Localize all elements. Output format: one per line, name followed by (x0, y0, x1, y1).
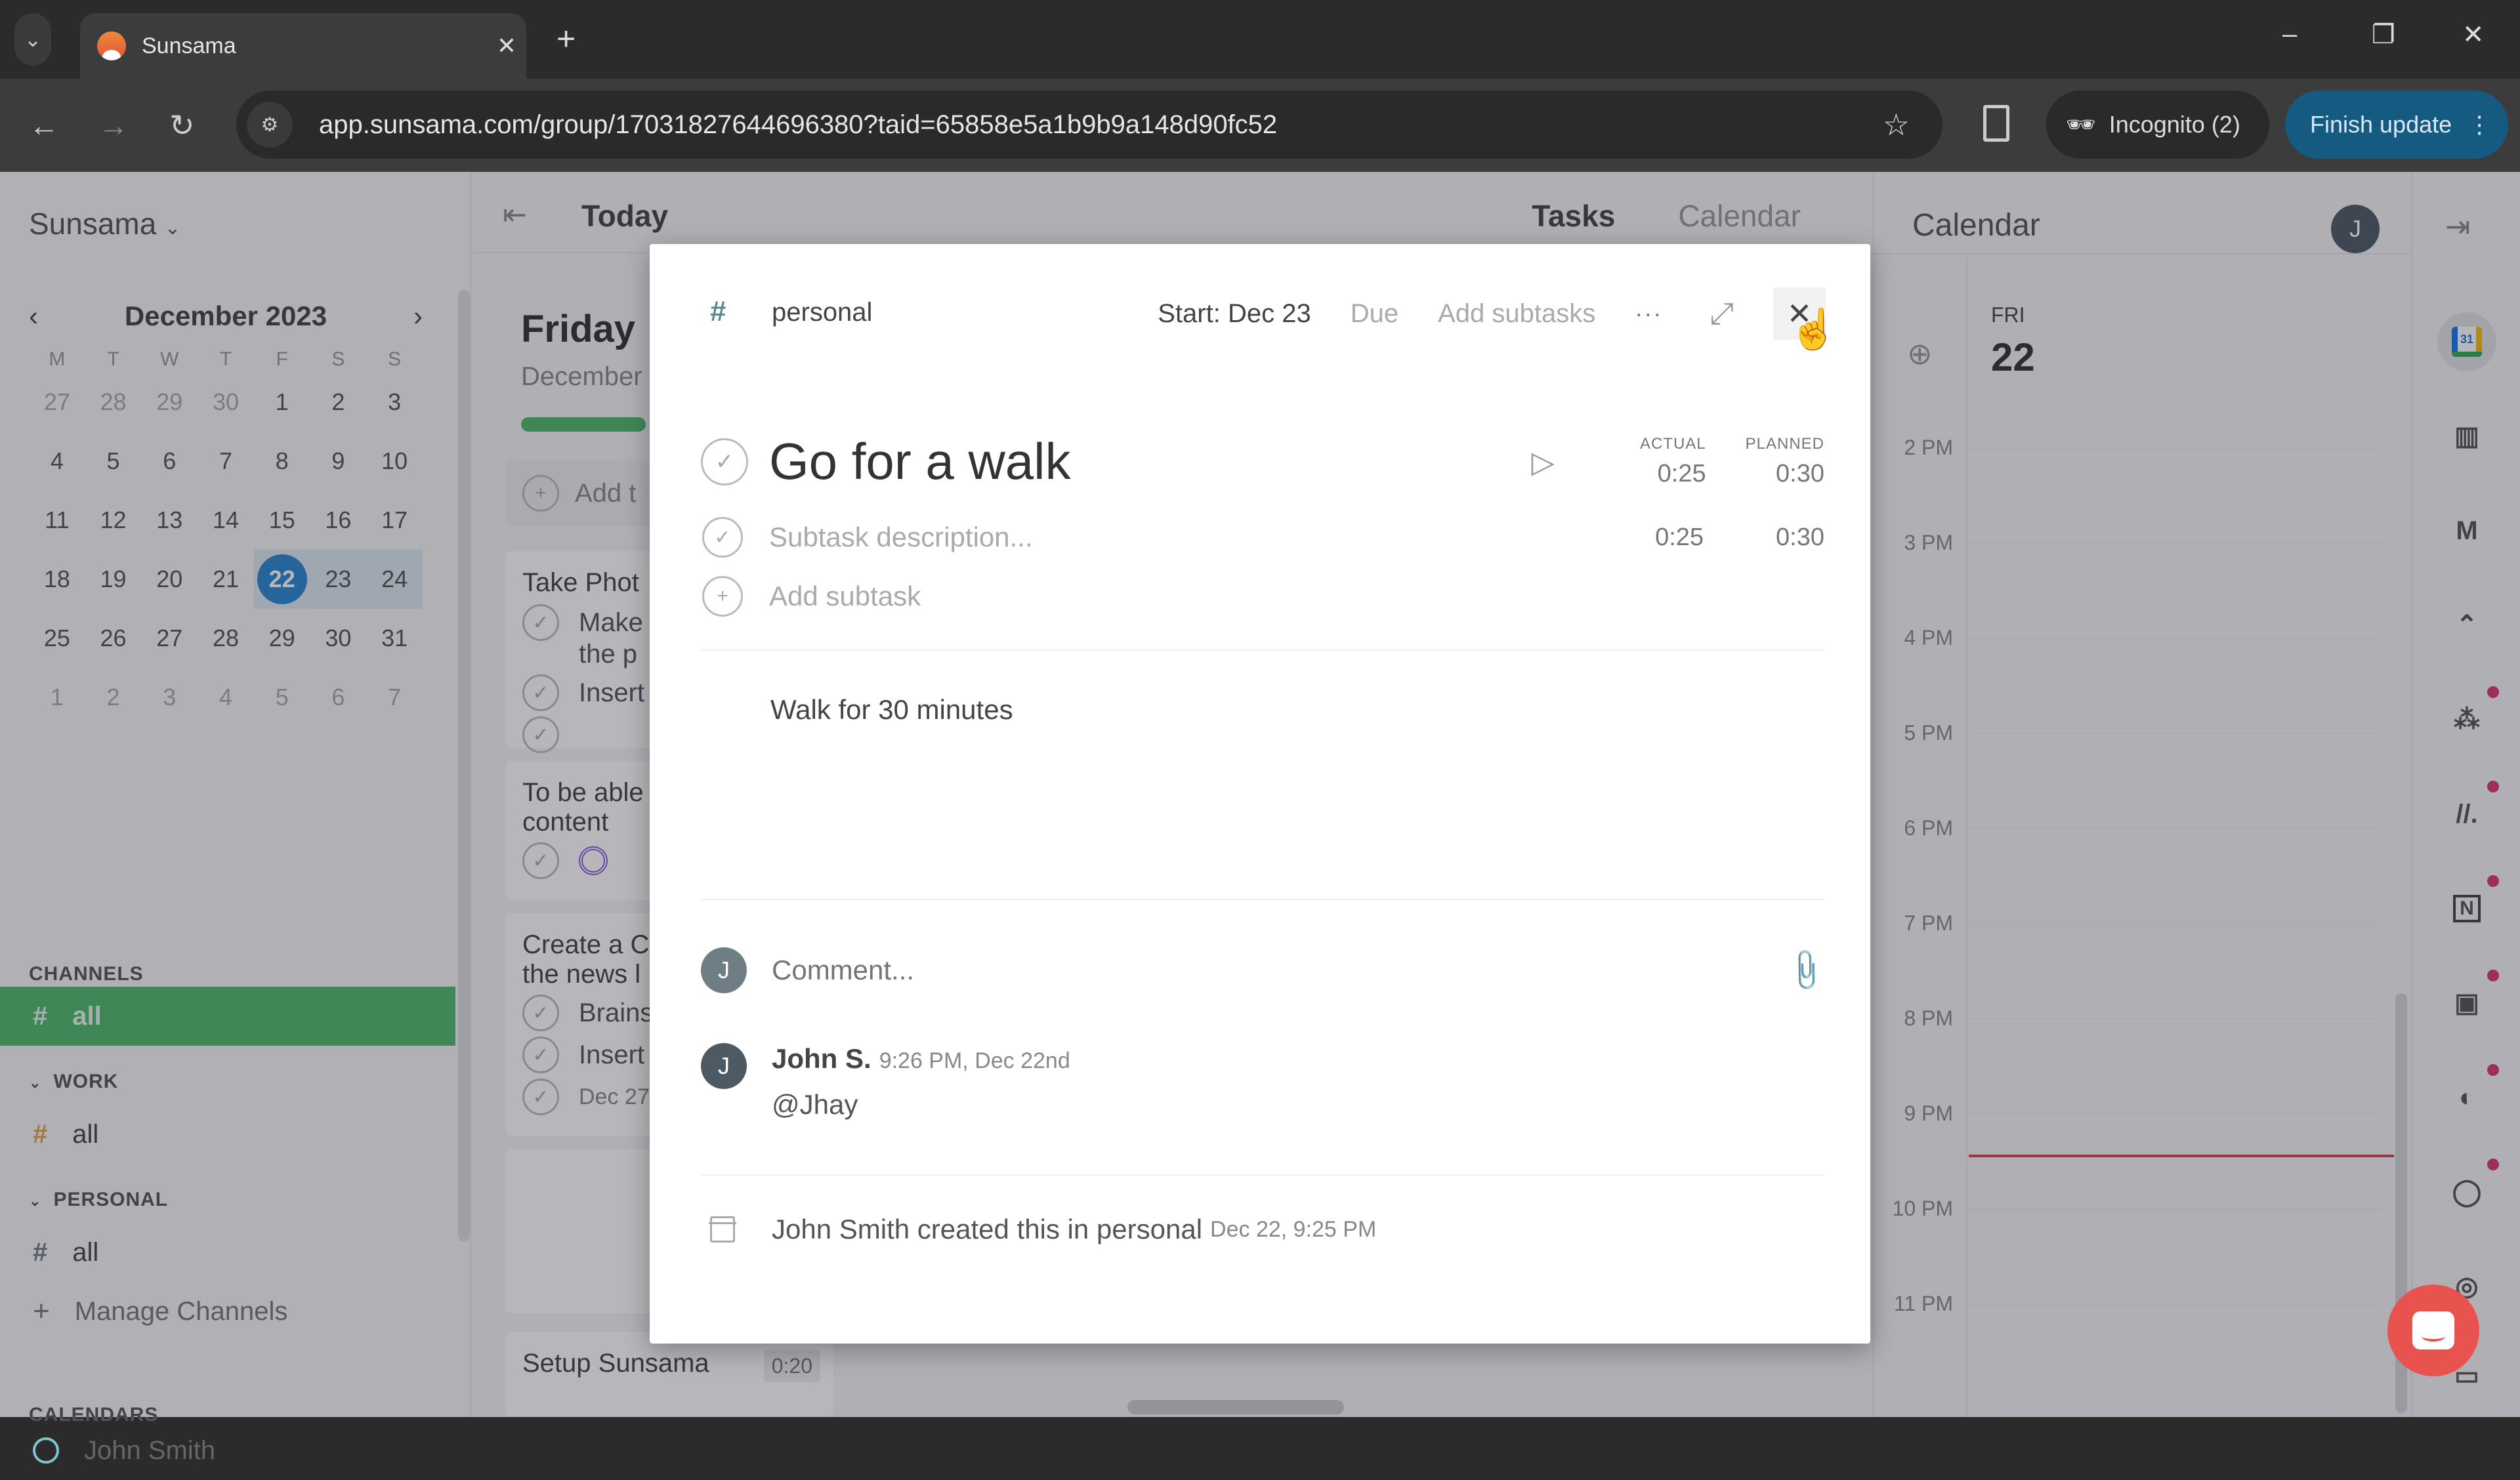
sunsama-favicon-icon (97, 31, 126, 60)
address-bar[interactable]: ⚙ app.sunsama.com/group/1703182764469638… (236, 91, 1942, 159)
support-chat-button[interactable] (2387, 1285, 2479, 1376)
subtask-input[interactable]: Subtask description... (769, 522, 1583, 553)
finish-update-button[interactable]: Finish update ⋮ (2285, 91, 2508, 159)
kebab-menu-icon: ⋮ (2468, 111, 2492, 138)
more-options-icon[interactable]: ··· (1635, 300, 1662, 327)
bookmark-star-icon[interactable]: ☆ (1883, 107, 1910, 142)
calendar-john-smith[interactable]: John Smith (0, 1421, 455, 1480)
comment-composer: J 📎 (701, 947, 1830, 995)
subtask-row: ✓ Subtask description... 0:25 0:30 (702, 517, 1824, 558)
minimize-icon[interactable]: – (2282, 20, 2297, 49)
tab-title: Sunsama (142, 33, 236, 58)
tab-search-button[interactable]: ⌄ (14, 13, 51, 66)
planned-value: 0:30 (1776, 460, 1824, 487)
back-icon[interactable]: ← (29, 108, 59, 143)
side-panel-icon[interactable] (1983, 105, 2009, 142)
actual-value: 0:25 (1657, 460, 1706, 487)
hash-icon: # (710, 295, 726, 327)
chevron-down-icon: ⌄ (24, 28, 42, 51)
incognito-label: Incognito (2) (2109, 111, 2240, 138)
chat-icon (2412, 1311, 2454, 1349)
browser-tab-bar: ⌄ Sunsama ✕ + – ❐ ✕ (0, 0, 2520, 79)
comment-body: @Jhay (772, 1089, 858, 1120)
divider (701, 899, 1824, 900)
incognito-button[interactable]: 🕶 Incognito (2) (2046, 91, 2269, 159)
expand-icon[interactable]: ⤢ (1710, 295, 1734, 332)
comment-author-avatar: J (701, 1043, 747, 1089)
due-date-button[interactable]: Due (1351, 299, 1398, 329)
pointer-cursor-icon: ☝ (1789, 307, 1838, 351)
divider (701, 649, 1824, 651)
archive-box-icon (709, 1216, 736, 1243)
add-subtask-label: Add subtask (769, 581, 921, 611)
url-text[interactable]: app.sunsama.com/group/17031827644696380?… (319, 110, 1883, 140)
incognito-icon: 🕶 (2066, 111, 2096, 138)
browser-toolbar: ← → ↻ ⚙ app.sunsama.com/group/1703182764… (0, 79, 2520, 172)
plus-icon: + (702, 576, 743, 617)
task-notes[interactable]: Walk for 30 minutes (770, 694, 1013, 726)
channel-selector[interactable]: personal (772, 298, 872, 327)
close-tab-icon[interactable]: ✕ (487, 32, 526, 60)
start-timer-icon[interactable]: ▷ (1532, 444, 1555, 480)
task-title[interactable]: Go for a walk (769, 432, 1532, 491)
add-subtask-button[interactable]: + Add subtask (702, 576, 921, 617)
comment-author: John S. (772, 1043, 872, 1074)
task-detail-modal: # personal Start: Dec 23 Due Add subtask… (650, 244, 1870, 1344)
planned-time[interactable]: PLANNED 0:30 (1746, 435, 1824, 488)
calendar-color-icon (33, 1437, 59, 1464)
planned-label: PLANNED (1745, 435, 1824, 453)
reload-icon[interactable]: ↻ (169, 108, 195, 143)
modal-actions: Start: Dec 23 Due Add subtasks ··· ⤢ ✕ (1158, 287, 1870, 340)
browser-tab[interactable]: Sunsama ✕ (80, 13, 526, 79)
actual-label: ACTUAL (1639, 435, 1706, 453)
subtask-planned-time[interactable]: 0:30 (1776, 524, 1824, 552)
calendar-user-label: John Smith (84, 1435, 216, 1465)
close-window-icon[interactable]: ✕ (2462, 20, 2485, 50)
subtask-checkbox[interactable]: ✓ (702, 517, 743, 558)
activity-timestamp: Dec 22, 9:25 PM (1210, 1216, 1377, 1242)
comment-timestamp: 9:26 PM, Dec 22nd (879, 1048, 1070, 1073)
finish-update-label: Finish update (2310, 111, 2452, 138)
paperclip-icon[interactable]: 📎 (1782, 945, 1831, 995)
task-title-row: ✓ Go for a walk ▷ ACTUAL 0:25 PLANNED 0:… (701, 432, 1824, 491)
activity-item: John Smith created this in personal Dec … (709, 1214, 1377, 1245)
activity-text: John Smith created this in personal (772, 1214, 1203, 1244)
divider (701, 1174, 1824, 1176)
add-subtasks-button[interactable]: Add subtasks (1438, 299, 1595, 329)
new-tab-icon[interactable]: + (556, 20, 576, 58)
forward-icon[interactable]: → (98, 108, 129, 143)
complete-task-checkbox[interactable]: ✓ (701, 438, 748, 485)
comment-item: J John S. 9:26 PM, Dec 22nd @Jhay (701, 1043, 1070, 1120)
commenter-avatar: J (701, 947, 747, 993)
comment-input[interactable] (772, 955, 1789, 986)
site-info-icon[interactable]: ⚙ (247, 102, 293, 148)
restore-icon[interactable]: ❐ (2372, 20, 2395, 50)
start-date-button[interactable]: Start: Dec 23 (1158, 299, 1311, 329)
actual-time[interactable]: ACTUAL 0:25 (1640, 435, 1706, 488)
subtask-actual-time[interactable]: 0:25 (1655, 524, 1704, 552)
